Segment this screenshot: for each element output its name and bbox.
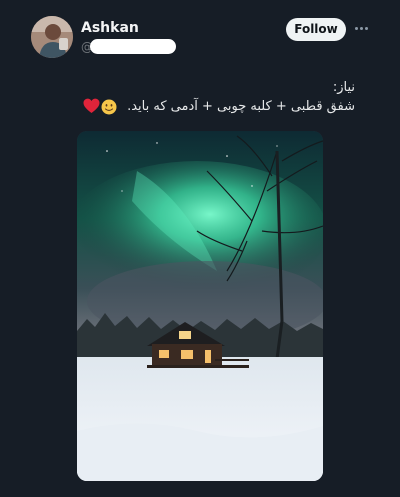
follow-button[interactable]: Follow [286,18,346,41]
more-options-icon[interactable] [355,27,369,31]
redacted-handle [90,39,176,54]
author-name[interactable]: Ashkan [81,20,139,36]
post-image[interactable] [77,131,323,481]
author-avatar[interactable] [31,16,73,58]
smiling-face-emoji-icon [101,99,117,115]
aurora-cabin-photo [77,131,323,481]
post-text-line-2: شفق قطبی + کلبه چوبی + آدمی که باید. [127,99,355,114]
heart-emoji-icon [83,98,100,113]
tweet-card: Ashkan @ Follow نیاز: شفق قطبی + کلبه چو… [0,0,400,497]
avatar-photo [31,16,73,58]
post-text-line-1: نیاز: [332,80,355,95]
